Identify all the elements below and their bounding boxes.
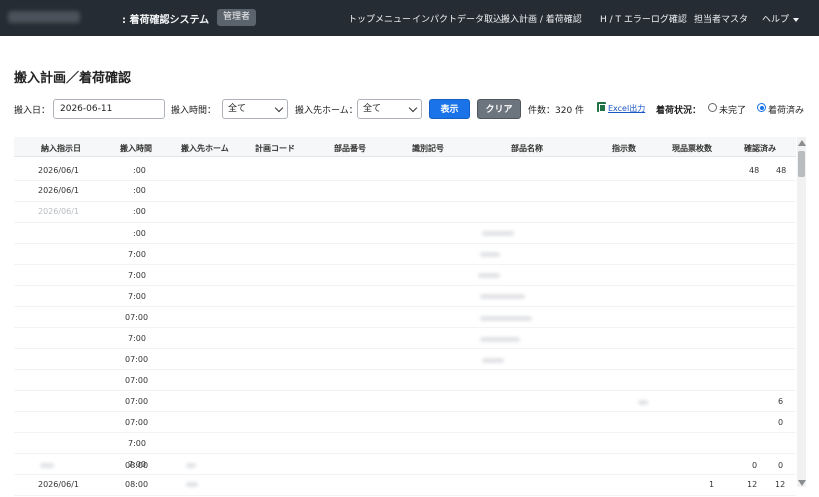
nav-help-label: ヘルプ: [762, 15, 790, 25]
home-select-value: 全て: [363, 104, 382, 114]
col-ticket-count[interactable]: 現品票枚数: [672, 143, 712, 154]
cell-delivery-time: 07:00: [125, 418, 149, 427]
time-label: 搬入時間：: [171, 106, 217, 116]
col-instruction-qty[interactable]: 指示数: [612, 143, 636, 154]
cell-delivery-time: 07:00: [125, 376, 149, 385]
cell-delivery-time: 7:00: [128, 439, 146, 448]
scroll-down-arrow-icon[interactable]: [798, 480, 806, 486]
date-input[interactable]: [53, 99, 165, 119]
cell-confirmed: 6: [778, 397, 784, 406]
cell-delivery-date: 2026/06/1: [38, 166, 80, 175]
cell-confirmed: 12: [775, 480, 786, 489]
cell-delivery-time: 07:00: [125, 397, 149, 406]
status-label: 着荷状況：: [656, 106, 702, 116]
status-radio-arrived[interactable]: [757, 103, 766, 112]
col-plan-code[interactable]: 計画コード: [255, 143, 295, 154]
obscured-text: [480, 316, 532, 321]
cell-confirmed: 48: [776, 166, 787, 175]
time-select-value: 全て: [228, 104, 247, 114]
status-radio-arrived-label[interactable]: 着荷済み: [768, 103, 804, 116]
table-row[interactable]: [14, 160, 796, 181]
col-id-mark[interactable]: 識別記号: [412, 143, 444, 154]
cell-ticket-count: 12: [747, 480, 758, 489]
cell-delivery-time: 08:00: [125, 461, 149, 470]
obscured-text: [186, 463, 196, 468]
status-radio-incomplete[interactable]: [708, 103, 717, 112]
nav-top-menu[interactable]: トップメニュー: [348, 12, 411, 25]
table-row[interactable]: [14, 181, 796, 202]
chevron-down-icon: [408, 103, 418, 113]
page-title: 搬入計画／着荷確認: [14, 71, 132, 86]
cell-instruction-qty: 1: [709, 480, 715, 489]
obscured-text: [480, 294, 525, 299]
home-select[interactable]: 全て: [357, 99, 422, 119]
nav-staff-master[interactable]: 担当者マスタ: [694, 12, 748, 25]
cell-delivery-time: 08:00: [125, 480, 149, 489]
excel-icon[interactable]: [597, 102, 606, 112]
excel-export-link[interactable]: Excel出力: [608, 103, 645, 114]
nav-ht-error-log[interactable]: H / T エラーログ確認: [600, 12, 687, 25]
cell-delivery-time: :00: [133, 229, 146, 238]
obscured-text: [480, 252, 500, 257]
obscured-text: [482, 358, 504, 363]
table-scrollbar[interactable]: [797, 137, 806, 487]
table-row[interactable]: [14, 202, 796, 223]
role-badge: 管理者: [217, 9, 257, 26]
cell-delivery-time: :00: [133, 186, 146, 195]
col-home[interactable]: 搬入先ホーム: [181, 143, 229, 154]
cell-delivery-time: :00: [133, 166, 146, 175]
col-confirmed[interactable]: 確認済み: [744, 143, 776, 154]
obscured-text: [482, 231, 514, 236]
cell-delivery-time: :00: [133, 207, 146, 216]
cell-delivery-date: 2026/06/1: [38, 207, 80, 216]
record-count: 件数：320 件: [528, 106, 585, 116]
cell-delivery-date: 2026/06/1: [38, 480, 80, 489]
cell-ticket-count: 48: [749, 166, 760, 175]
date-label: 搬入日：: [14, 106, 51, 116]
col-part-number[interactable]: 部品番号: [334, 143, 366, 154]
status-radio-incomplete-label[interactable]: 未完了: [719, 103, 746, 116]
clear-button[interactable]: クリア: [477, 99, 521, 119]
col-delivery-time[interactable]: 搬入時間: [120, 143, 152, 154]
cell-delivery-time: 7:00: [128, 334, 146, 343]
cell-delivery-time: 07:00: [125, 355, 149, 364]
col-delivery-date[interactable]: 納入指示日: [41, 143, 81, 154]
cell-delivery-time: 7:00: [128, 271, 146, 280]
time-select[interactable]: 全て: [222, 99, 288, 119]
show-button[interactable]: 表示: [429, 99, 470, 119]
scrollbar-thumb[interactable]: [798, 151, 805, 177]
home-label: 搬入先ホーム：: [295, 106, 358, 116]
nav-delivery-plan[interactable]: 搬入計画 / 着荷確認: [501, 12, 582, 25]
cell-delivery-time: 7:00: [128, 250, 146, 259]
chevron-down-icon: [793, 17, 800, 22]
obscured-text: [40, 463, 54, 468]
brand-logo[interactable]: [8, 11, 80, 23]
cell-confirmed: 0: [778, 461, 784, 470]
scroll-up-arrow-icon[interactable]: [798, 140, 806, 146]
nav-help[interactable]: ヘルプ: [762, 12, 800, 25]
cell-delivery-date: 2026/06/1: [38, 186, 80, 195]
obscured-text: [186, 482, 198, 487]
obscured-text: [480, 337, 520, 342]
app-title: : 着荷確認システム: [122, 15, 210, 26]
nav-impact-import[interactable]: インパクトデータ取込: [412, 12, 502, 25]
table-row[interactable]: [14, 223, 796, 244]
cell-delivery-time: 7:00: [128, 292, 146, 301]
obscured-text: [478, 273, 500, 278]
cell-confirmed: 0: [778, 418, 784, 427]
chevron-down-icon: [274, 103, 284, 113]
col-part-name[interactable]: 部品名称: [511, 143, 543, 154]
cell-delivery-time: 07:00: [125, 313, 149, 322]
cell-ticket-count: 0: [752, 461, 758, 470]
obscured-text: [638, 400, 648, 405]
